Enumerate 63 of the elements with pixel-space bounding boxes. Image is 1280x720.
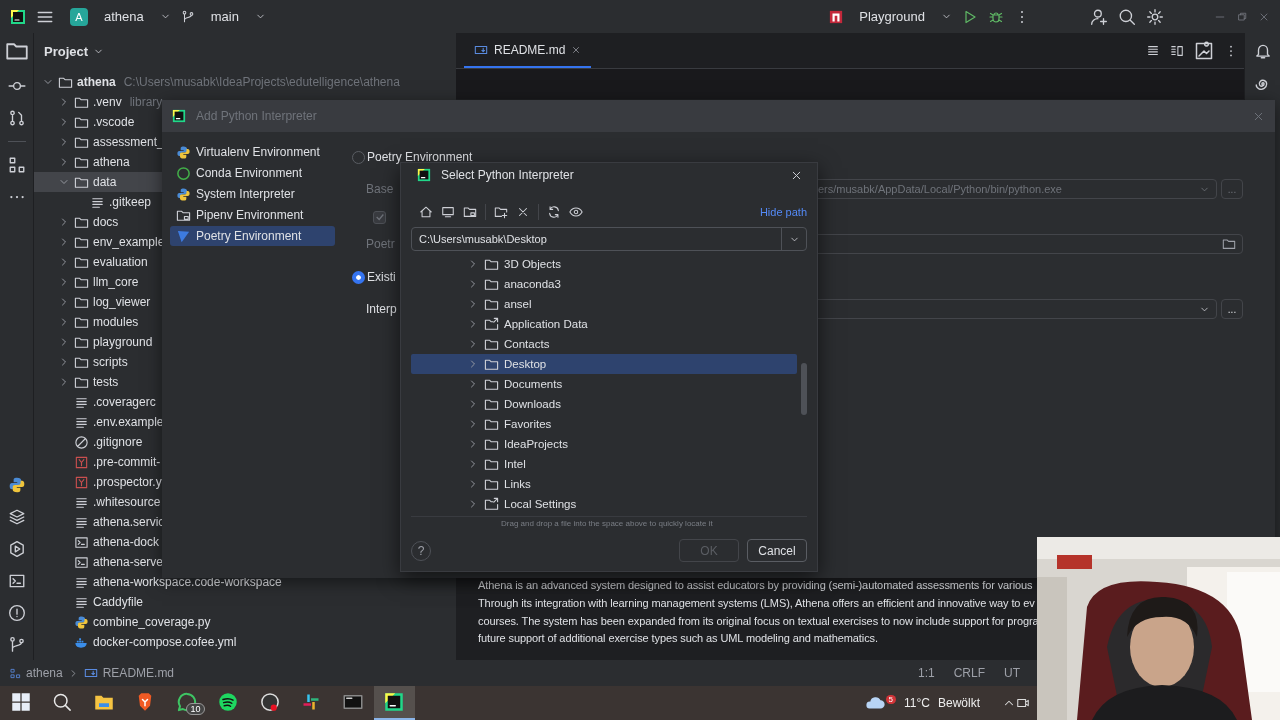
file-name: .vscode [93, 115, 135, 129]
field-label: Base [366, 182, 394, 196]
file-name: scripts [93, 355, 128, 369]
file-name: Documents [504, 378, 563, 390]
file-name: Desktop [504, 358, 547, 370]
file-name: env_example [93, 235, 165, 249]
file-name: Intel [504, 458, 526, 470]
file-name: 3D Objects [504, 258, 561, 270]
file-name: log_viewer [93, 295, 151, 309]
drag-drop-hint: Drag and drop a file into the space above to quickly locate it [500, 518, 714, 530]
dialog-title: Add Python Interpreter [196, 109, 317, 123]
environment-label: System Interpreter [196, 187, 295, 201]
file-name: ansel [504, 298, 532, 310]
environment-label: Conda Environment [196, 166, 303, 180]
file-name: .venv [93, 95, 122, 109]
file-name: athena.servic [93, 515, 165, 529]
environment-label: Poetry Environment [196, 229, 302, 243]
file-name: Application Data [504, 318, 588, 330]
file-name: Caddyfile [93, 595, 144, 609]
readme-text: future support of additional exercise types such as UML modeling and mathematics. [478, 631, 879, 647]
file-name: docs [93, 215, 119, 229]
file-name: playground [93, 335, 153, 349]
notification-badge: 10 [186, 703, 205, 715]
file-name: evaluation [93, 255, 148, 269]
file-name: assessment_ [93, 135, 164, 149]
file-name: .gitkeep [109, 195, 152, 209]
option-label: Existi [367, 270, 396, 284]
dialog-title: Select Python Interpreter [441, 168, 574, 182]
environment-label: Virtualenv Environment [196, 145, 320, 159]
file-name: .prospector.y [93, 475, 162, 489]
file-name: llm_core [93, 275, 139, 289]
file-name: athena [93, 155, 130, 169]
file-name: athena [77, 75, 116, 89]
folder-path: C:\Users\musabk\IdeaProjects\edutelligence\athena [123, 75, 400, 89]
notification-badge: 5 [885, 695, 897, 704]
field-label: Interp [366, 302, 397, 316]
readme-text: Through its integration with learning management systems (LMS), Athena offers an efficient and innovative way to ev [478, 595, 1033, 611]
folder-hint: library [129, 95, 163, 109]
file-name: anaconda3 [504, 278, 561, 290]
file-name: combine_coverage.py [93, 615, 211, 629]
file-name: modules [93, 315, 139, 329]
file-name: .env.example [93, 415, 164, 429]
file-name: tests [93, 375, 119, 389]
field-label: Poetr [366, 237, 395, 251]
file-name: IdeaProjects [504, 438, 568, 450]
file-name: .whitesource [93, 495, 161, 509]
file-name: .gitignore [93, 435, 143, 449]
environment-label: Pipenv Environment [196, 208, 304, 222]
file-name: data [93, 175, 117, 189]
tab-label: README.md [494, 42, 566, 57]
file-name: Contacts [504, 338, 550, 350]
file-name: .coveragerc [93, 395, 156, 409]
file-name: Downloads [504, 398, 561, 410]
readme-text: Athena is an advanced system designed to assist educators by providing (semi-)automated assessments for various [478, 578, 1033, 594]
file-name: athena-workspace.code-workspace [93, 575, 282, 589]
file-name: .pre-commit- [93, 455, 161, 469]
file-name: Links [504, 478, 531, 490]
file-name: Favorites [504, 418, 552, 430]
file-name: docker-compose.cofee.yml [93, 635, 237, 649]
file-name: athena-serve [93, 555, 164, 569]
file-name: athena-dock [93, 535, 160, 549]
file-name: Local Settings [504, 498, 577, 510]
option-label: Poetry Environment [367, 150, 473, 164]
